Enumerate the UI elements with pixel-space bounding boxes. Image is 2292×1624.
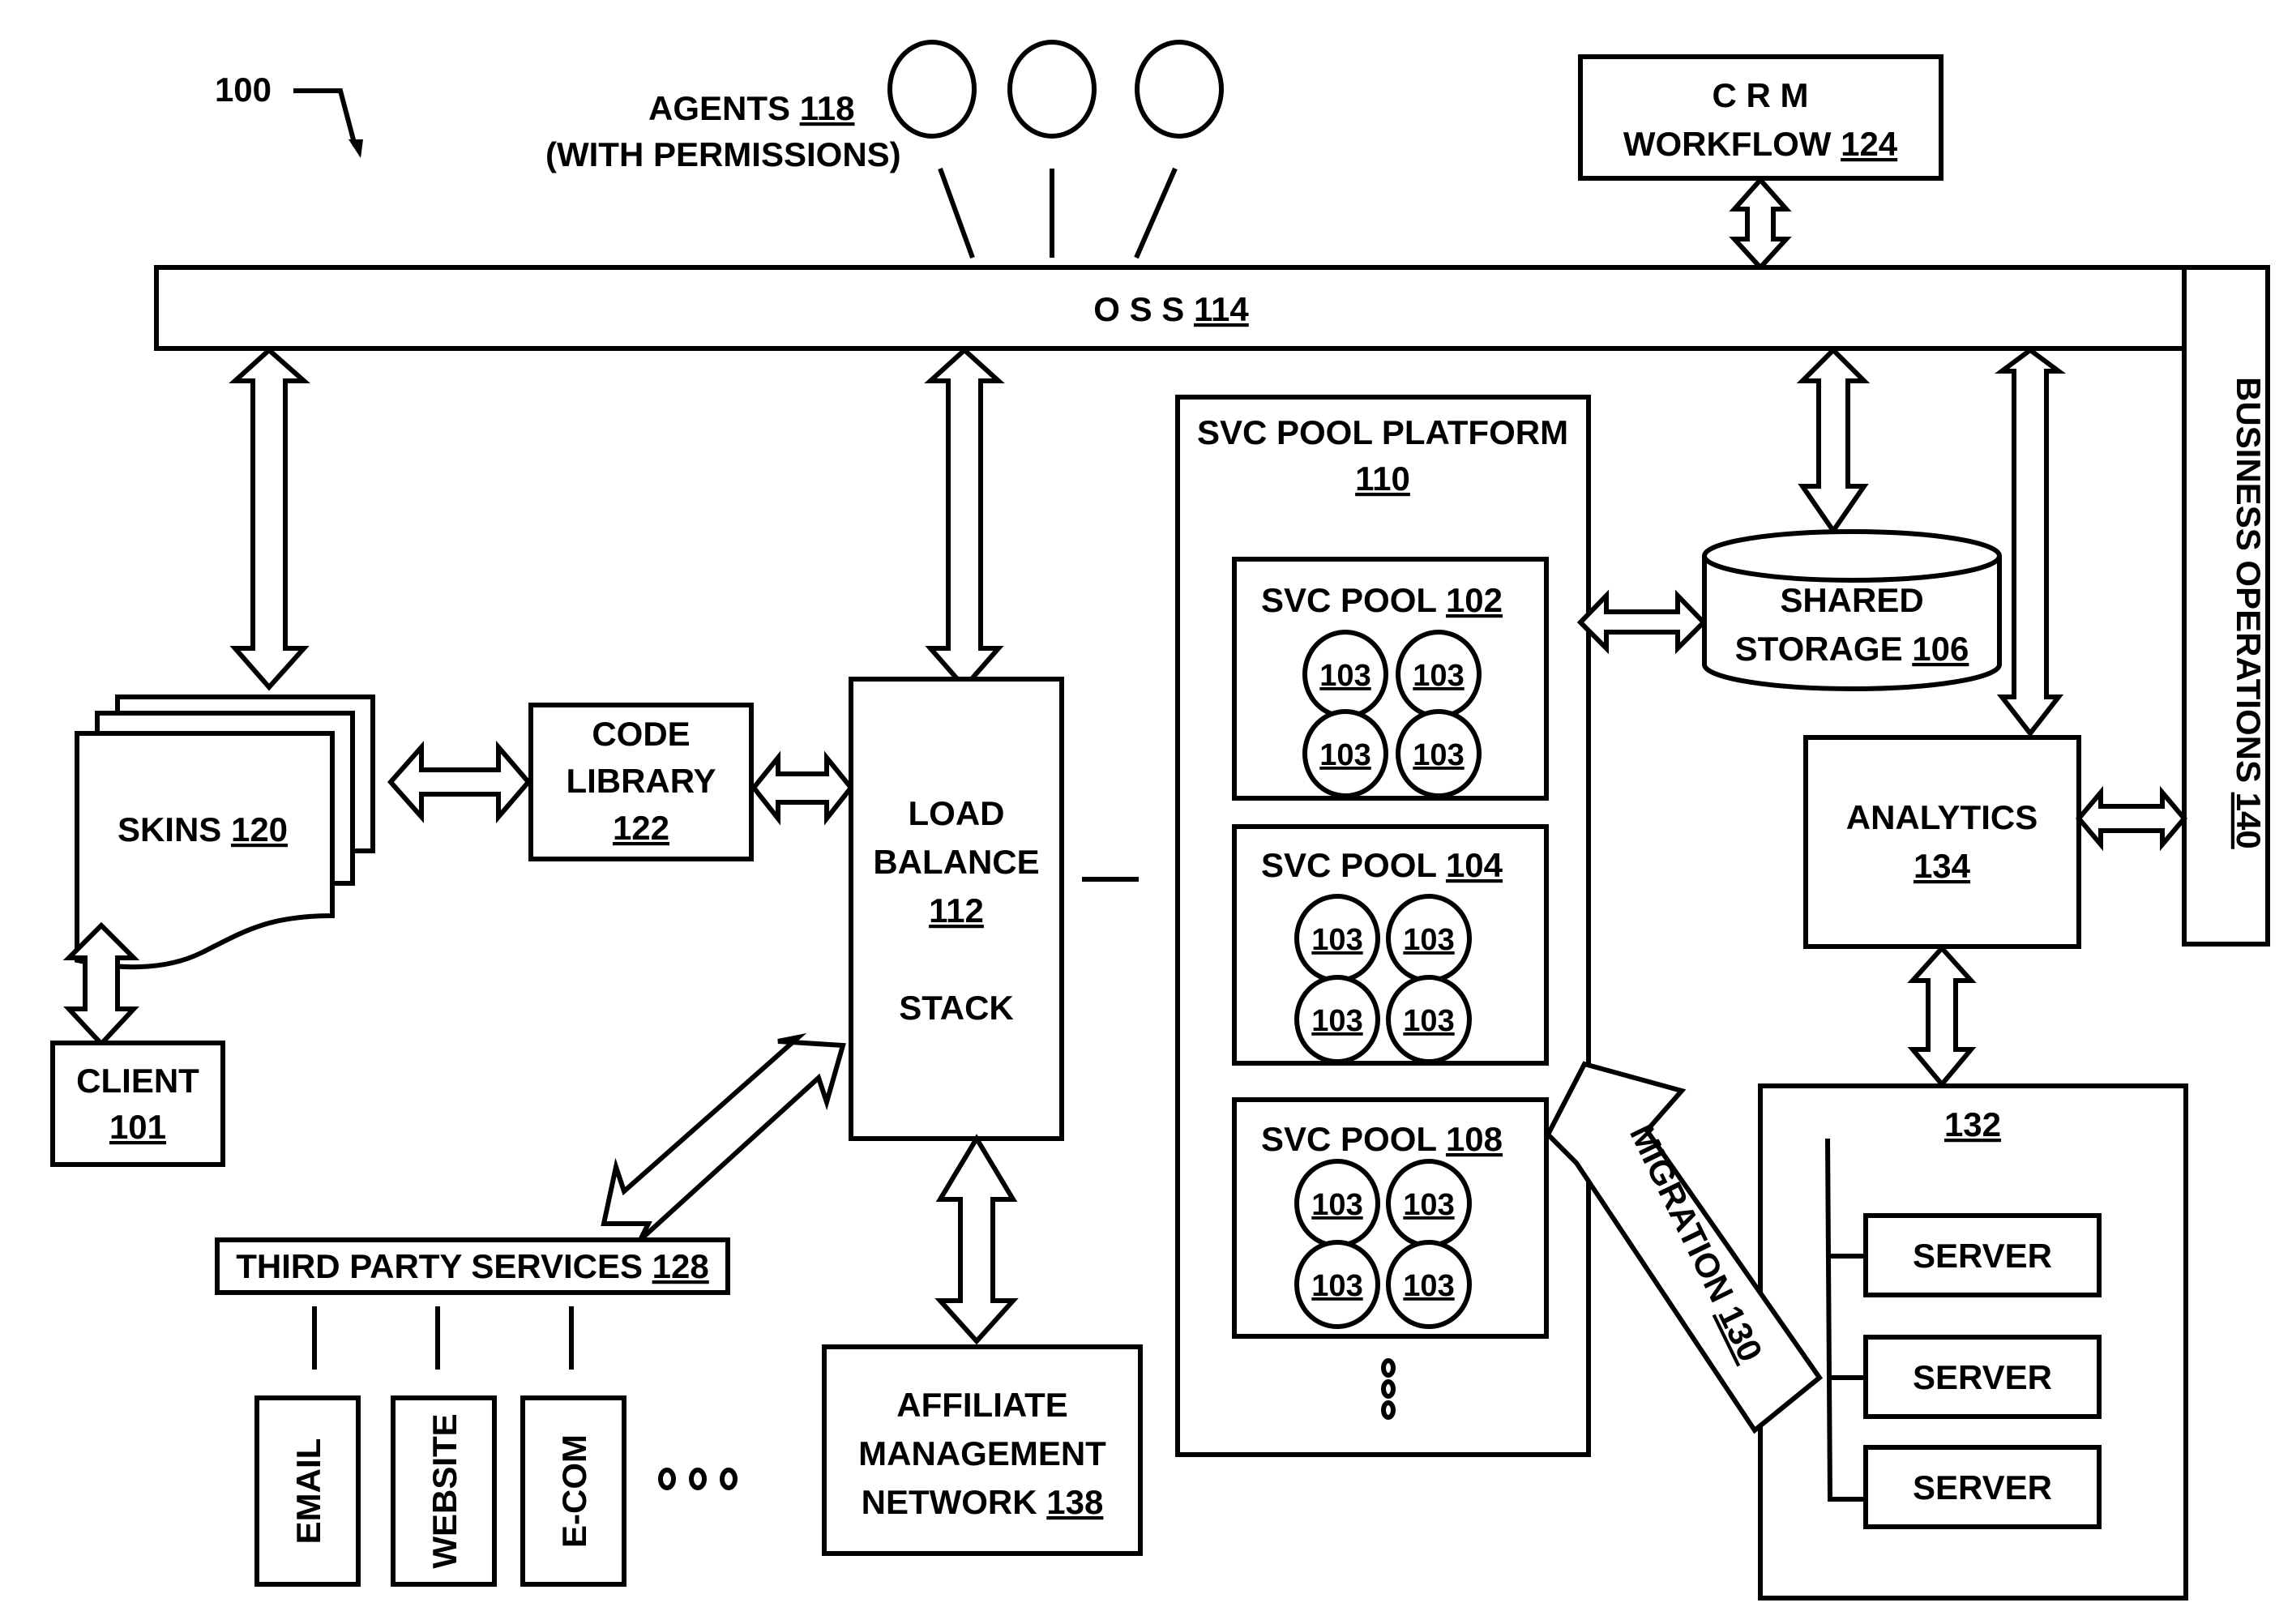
- client-number: 101: [109, 1108, 166, 1146]
- agent-circle: [887, 40, 977, 139]
- email-label: EMAIL: [289, 1438, 327, 1545]
- library-label: LIBRARY: [566, 762, 716, 800]
- svc-pool-102-label: SVC POOL 102: [1261, 581, 1503, 619]
- more-services-ellipsis: [658, 1468, 738, 1490]
- platform-storage-arrow: [1576, 589, 1708, 655]
- analytics-box: [1803, 735, 2081, 949]
- skins-label: SKINS 120: [118, 810, 288, 848]
- oss-skins-arrow: [229, 346, 310, 691]
- agent-circle: [1007, 40, 1097, 139]
- code-label: CODE: [592, 715, 690, 753]
- figure-ref: 100: [215, 71, 272, 109]
- third-party-label: THIRD PARTY SERVICES 128: [236, 1247, 709, 1285]
- client-label: CLIENT: [76, 1062, 199, 1100]
- server-label: SERVER: [1913, 1358, 2052, 1396]
- pool-node: 103: [1319, 659, 1370, 693]
- pool-node: 103: [1311, 1004, 1362, 1038]
- server-label: SERVER: [1913, 1237, 2052, 1275]
- agent-link: [1134, 167, 1178, 259]
- pool-node: 103: [1403, 1269, 1454, 1303]
- stack-label: STACK: [899, 989, 1014, 1027]
- storage-label: STORAGE 106: [1735, 630, 1969, 668]
- pool-node: 103: [1311, 923, 1362, 957]
- network-label: NETWORK 138: [862, 1483, 1104, 1521]
- code-library-number: 122: [613, 809, 669, 847]
- pool-node: 103: [1403, 923, 1454, 957]
- svc-pool-platform-number: 110: [1355, 459, 1410, 498]
- website-label: WEBSITE: [425, 1413, 464, 1568]
- affiliate-label: AFFILIATE: [896, 1386, 1068, 1424]
- crm-oss-arrow: [1729, 176, 1792, 271]
- analytics-busops-arrow: [2076, 785, 2187, 852]
- balance-label: BALANCE: [873, 843, 1039, 881]
- management-label: MANAGEMENT: [858, 1434, 1106, 1472]
- pool-node: 103: [1403, 1188, 1454, 1222]
- skins-codelib-arrow: [387, 740, 532, 824]
- oss-storage-arrow: [1796, 346, 1871, 536]
- svc-pool-108-label: SVC POOL 108: [1261, 1120, 1503, 1158]
- oss-label: O S S 114: [1093, 290, 1249, 328]
- skins-page-front: [75, 731, 335, 970]
- pool-node: 103: [1413, 738, 1464, 772]
- lb-thirdparty-arrow: [601, 1032, 846, 1242]
- oss-loadbalance-arrow: [924, 346, 1005, 691]
- load-balance-number: 112: [929, 891, 984, 930]
- agent-link: [938, 167, 975, 259]
- pool-node: 103: [1319, 738, 1370, 772]
- agents-permissions: (WITH PERMISSIONS): [545, 135, 901, 173]
- load-label: LOAD: [909, 794, 1005, 832]
- ecom-label: E-COM: [555, 1434, 593, 1548]
- server-group-number: 132: [1944, 1105, 2001, 1143]
- figure-ref-leader: [293, 88, 357, 147]
- analytics-servers-arrow: [1907, 944, 1977, 1088]
- svc-pool-104-label: SVC POOL 104: [1261, 846, 1503, 884]
- figure-ref-arrowhead: [349, 139, 363, 158]
- analytics-number: 134: [1914, 847, 1971, 885]
- oss-analytics-arrow: [1994, 347, 2067, 737]
- agents-label: AGENTS 118: [648, 89, 854, 127]
- pool-node: 103: [1311, 1269, 1362, 1303]
- shared-label: SHARED: [1780, 581, 1923, 619]
- system-diagram: 100 AGENTS 118 (WITH PERMISSIONS) C R M …: [50, 40, 2270, 1600]
- pool-node: 103: [1403, 1004, 1454, 1038]
- lb-affiliate-arrow: [934, 1134, 1019, 1345]
- pool-node: 103: [1311, 1188, 1362, 1222]
- crm-label: C R M: [1713, 76, 1809, 114]
- crm-workflow-label: WORKFLOW 124: [1623, 125, 1898, 163]
- codelib-loadbalance-arrow: [750, 750, 854, 826]
- business-operations-label: BUSINESS OPERATIONS 140: [2230, 377, 2268, 849]
- svc-pool-platform-label: SVC POOL PLATFORM: [1197, 413, 1568, 451]
- agent-circle: [1135, 40, 1224, 139]
- analytics-label: ANALYTICS: [1846, 798, 2038, 836]
- pool-node: 103: [1413, 659, 1464, 693]
- server-label: SERVER: [1913, 1468, 2052, 1506]
